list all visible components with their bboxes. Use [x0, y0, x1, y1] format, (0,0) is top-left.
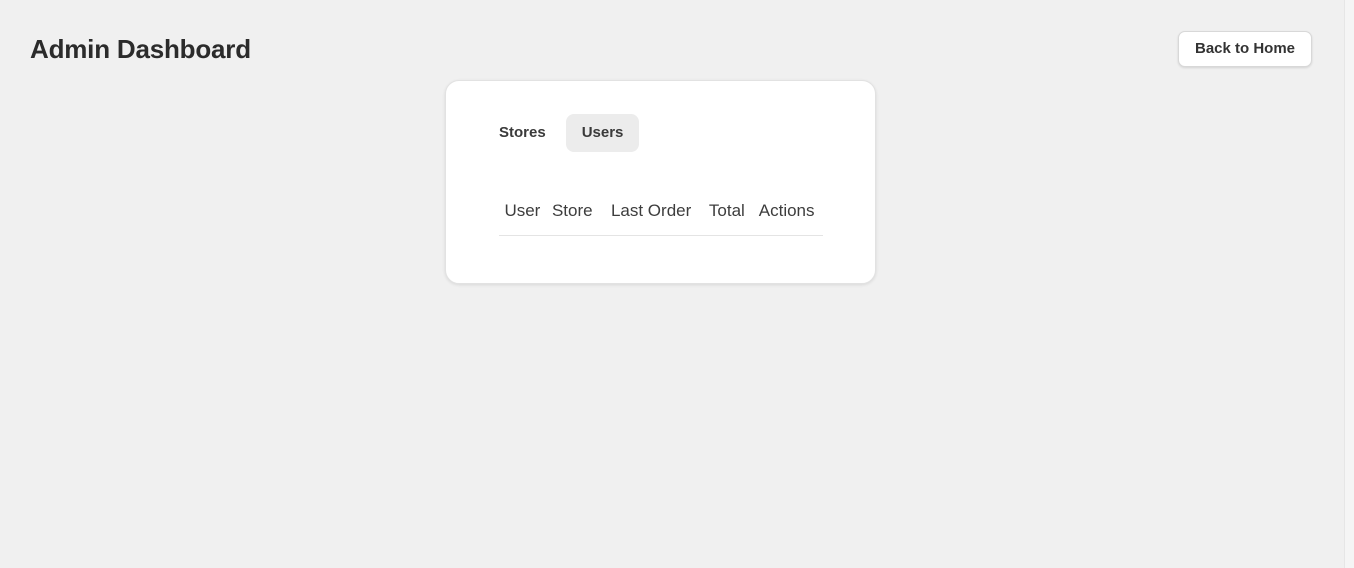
- page-scrollbar[interactable]: [1344, 0, 1354, 568]
- column-header-actions: Actions: [750, 195, 823, 236]
- column-header-store: Store: [545, 195, 599, 236]
- column-header-total: Total: [703, 195, 751, 236]
- tab-users[interactable]: Users: [565, 114, 640, 152]
- column-header-last-order: Last Order: [598, 195, 704, 236]
- column-header-user: User: [499, 195, 546, 236]
- users-table-container: User Store Last Order Total Actions: [499, 195, 823, 236]
- users-table: User Store Last Order Total Actions: [499, 195, 823, 236]
- tab-bar: Stores Users: [483, 114, 640, 152]
- page-title: Admin Dashboard: [30, 34, 251, 64]
- tab-stores[interactable]: Stores: [483, 114, 562, 152]
- back-to-home-button[interactable]: Back to Home: [1178, 31, 1312, 67]
- table-header-row: User Store Last Order Total Actions: [499, 195, 823, 236]
- users-panel-card: Stores Users User Store Last Order Total…: [445, 80, 876, 284]
